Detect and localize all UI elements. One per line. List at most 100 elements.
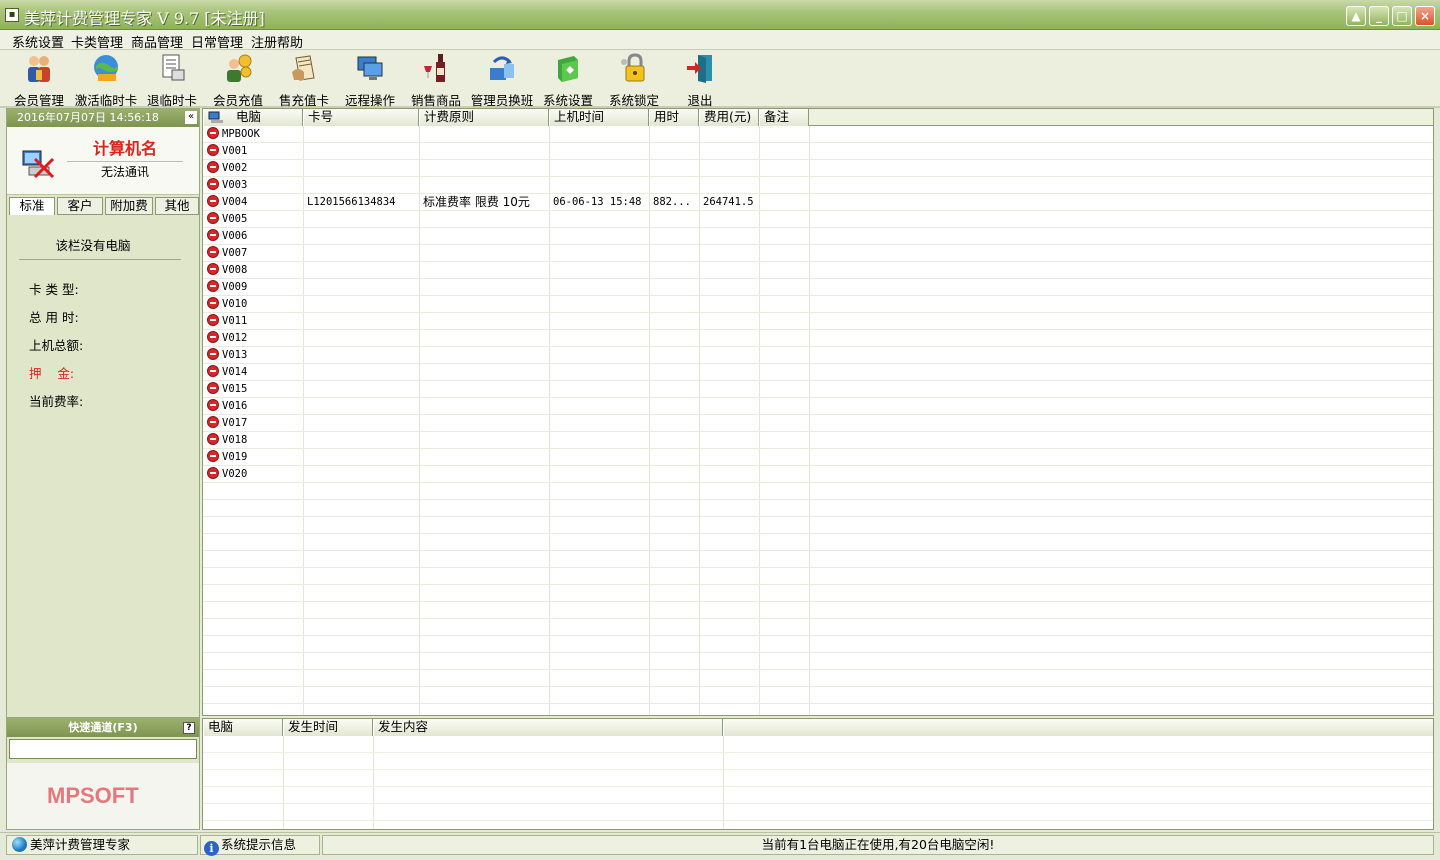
table-row[interactable]: V014 (203, 364, 1433, 381)
log-col-time[interactable]: 发生时间 (283, 719, 373, 736)
system-menu-icon[interactable]: ▪ (5, 8, 19, 22)
return-temp-card-button[interactable]: 退临时卡 (146, 52, 198, 108)
cell-used (649, 262, 699, 279)
table-row[interactable]: V016 (203, 398, 1433, 415)
cell-card (303, 364, 419, 381)
table-row[interactable]: V005 (203, 211, 1433, 228)
col-header-pc[interactable]: 电脑 (203, 109, 303, 126)
tab-standard[interactable]: 标准 (9, 197, 55, 216)
empty-row (203, 670, 1433, 687)
quick-channel-panel: 快速通道(F3) ? MPSOFT (6, 718, 200, 830)
quick-channel-input[interactable] (9, 739, 197, 759)
menu-system-settings[interactable]: 系统设置 (12, 32, 64, 51)
total-amount-label: 上机总额: (29, 338, 84, 353)
cell-rule (419, 296, 549, 313)
cell-pc: V005 (203, 211, 303, 228)
cell-used (649, 296, 699, 313)
empty-row (203, 534, 1433, 551)
cell-start (549, 177, 649, 194)
restore-up-icon[interactable]: ▲ (1346, 6, 1366, 26)
admin-shift-button[interactable]: 管理员换班 (470, 52, 534, 108)
cell-rule (419, 262, 549, 279)
member-recharge-button[interactable]: 会员充值 (210, 52, 266, 108)
exit-button[interactable]: 退出 (676, 52, 724, 108)
event-log-grid[interactable]: 电脑 发生时间 发生内容 (202, 718, 1434, 830)
col-header-fee[interactable]: 费用(元) (699, 109, 759, 126)
menu-daily-management[interactable]: 日常管理 (191, 32, 243, 51)
table-row[interactable]: V001 (203, 143, 1433, 160)
member-management-button[interactable]: 会员管理 (10, 52, 68, 108)
empty-row (203, 619, 1433, 636)
tab-surcharge[interactable]: 附加费 (105, 197, 153, 215)
table-row[interactable]: V008 (203, 262, 1433, 279)
tab-customer[interactable]: 客户 (57, 197, 103, 215)
help-icon[interactable]: ? (183, 722, 195, 734)
table-row[interactable]: V020 (203, 466, 1433, 483)
collapse-panel-icon[interactable]: « (185, 111, 197, 124)
empty-row (203, 568, 1433, 585)
cell-pc: V008 (203, 262, 303, 279)
cell-card (303, 211, 419, 228)
tab-other[interactable]: 其他 (155, 197, 199, 215)
sell-goods-button[interactable]: 销售商品 (408, 52, 464, 108)
pc-stopped-icon (207, 229, 219, 241)
system-settings-button[interactable]: 系统设置 (540, 52, 596, 108)
cell-note (759, 126, 809, 143)
divider (19, 259, 181, 260)
cell-fee (699, 228, 759, 245)
cell-fee (699, 126, 759, 143)
cell-rule (419, 381, 549, 398)
menu-goods-management[interactable]: 商品管理 (131, 32, 183, 51)
computer-grid[interactable]: 电脑 卡号 计费原则 上机时间 用时 费用(元) 备注 MPBOOK V001 V0… (202, 108, 1434, 716)
log-col-content[interactable]: 发生内容 (373, 719, 723, 736)
minimize-button[interactable]: _ (1369, 6, 1389, 26)
table-row[interactable]: V002 (203, 160, 1433, 177)
col-header-card[interactable]: 卡号 (303, 109, 419, 126)
table-row[interactable]: V019 (203, 449, 1433, 466)
cell-used (649, 313, 699, 330)
cell-start (549, 466, 649, 483)
remote-operation-button[interactable]: 远程操作 (342, 52, 398, 108)
table-row[interactable]: V017 (203, 415, 1433, 432)
left-tabs: 标准 客户 附加费 其他 (7, 197, 199, 216)
col-header-note[interactable]: 备注 (759, 109, 809, 126)
table-row[interactable]: V003 (203, 177, 1433, 194)
status-info-panel[interactable]: i 系统提示信息 (200, 835, 320, 856)
grid-header: 电脑 卡号 计费原则 上机时间 用时 费用(元) 备注 (203, 109, 1433, 126)
cell-pc: V019 (203, 449, 303, 466)
table-row[interactable]: V004 L1201566134834 标准费率 限费 10元 06-06-13 15… (203, 194, 1433, 211)
cell-card (303, 432, 419, 449)
table-row[interactable]: V012 (203, 330, 1433, 347)
col-header-used[interactable]: 用时 (649, 109, 699, 126)
exit-icon (687, 55, 712, 83)
log-col-filler (723, 719, 1433, 736)
col-header-start[interactable]: 上机时间 (549, 109, 649, 126)
table-row[interactable]: V007 (203, 245, 1433, 262)
close-button[interactable]: × (1415, 6, 1435, 26)
table-row[interactable]: V009 (203, 279, 1433, 296)
cell-pc: V004 (203, 194, 303, 211)
table-row[interactable]: MPBOOK (203, 126, 1433, 143)
log-col-pc[interactable]: 电脑 (203, 719, 283, 736)
cell-card (303, 177, 419, 194)
table-row[interactable]: V018 (203, 432, 1433, 449)
cell-card (303, 415, 419, 432)
pc-stopped-icon (207, 365, 219, 377)
settings-icon (558, 56, 578, 82)
table-row[interactable]: V013 (203, 347, 1433, 364)
activate-temp-card-button[interactable]: 激活临时卡 (74, 52, 138, 108)
system-lock-button[interactable]: 系统锁定 (606, 52, 662, 108)
col-header-rule[interactable]: 计费原则 (419, 109, 549, 126)
cell-rule (419, 228, 549, 245)
maximize-button[interactable]: □ (1392, 6, 1412, 26)
menu-register-help[interactable]: 注册帮助 (251, 32, 303, 51)
table-row[interactable]: V011 (203, 313, 1433, 330)
table-row[interactable]: V015 (203, 381, 1433, 398)
cell-note (759, 245, 809, 262)
cell-pc: V009 (203, 279, 303, 296)
sell-recharge-card-button[interactable]: 售充值卡 (276, 52, 332, 108)
table-row[interactable]: V010 (203, 296, 1433, 313)
table-row[interactable]: V006 (203, 228, 1433, 245)
cell-fee (699, 432, 759, 449)
menu-card-management[interactable]: 卡类管理 (71, 32, 123, 51)
